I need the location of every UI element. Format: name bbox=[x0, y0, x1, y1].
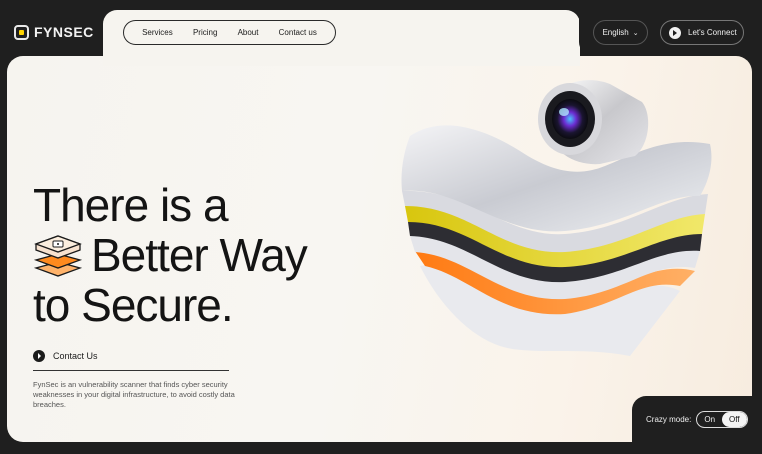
layers-shield-icon bbox=[33, 235, 83, 277]
headline-line-3: to Secure. bbox=[33, 279, 234, 331]
logo-icon bbox=[14, 24, 29, 40]
main-nav: Services Pricing About Contact us bbox=[123, 20, 336, 45]
nav-item-contact[interactable]: Contact us bbox=[279, 28, 317, 37]
crazy-mode-label: Crazy mode: bbox=[646, 415, 692, 424]
crazy-mode-toggle: On Off bbox=[696, 411, 748, 428]
hero-headline: There is a Better Way to Secure. bbox=[33, 179, 308, 331]
nav-item-services[interactable]: Services bbox=[142, 28, 173, 37]
connect-label: Let's Connect bbox=[688, 28, 737, 37]
crazy-mode-control: Crazy mode: On Off bbox=[646, 411, 748, 428]
headline-line-1: There is a bbox=[33, 179, 229, 231]
brand-logo[interactable]: FYNSEC bbox=[14, 24, 94, 40]
chevron-down-icon: ⌄ bbox=[632, 29, 639, 37]
language-selector[interactable]: English ⌄ bbox=[593, 20, 648, 45]
crazy-mode-off[interactable]: Off bbox=[722, 412, 747, 427]
hero-illustration bbox=[401, 80, 712, 356]
arrow-right-icon bbox=[669, 26, 681, 39]
arrow-right-icon bbox=[33, 350, 45, 362]
nav-item-pricing[interactable]: Pricing bbox=[193, 28, 217, 37]
language-label: English bbox=[602, 28, 629, 37]
contact-us-link[interactable]: Contact Us bbox=[33, 350, 98, 362]
hero-description: FynSec is an vulnerability scanner that … bbox=[33, 380, 235, 409]
connect-button[interactable]: Let's Connect bbox=[660, 20, 744, 45]
headline-line-2: Better Way bbox=[91, 229, 308, 281]
divider bbox=[33, 370, 229, 371]
contact-us-label: Contact Us bbox=[53, 351, 98, 361]
brand-name: FYNSEC bbox=[34, 24, 94, 40]
crazy-mode-on[interactable]: On bbox=[697, 412, 722, 427]
nav-item-about[interactable]: About bbox=[238, 28, 259, 37]
